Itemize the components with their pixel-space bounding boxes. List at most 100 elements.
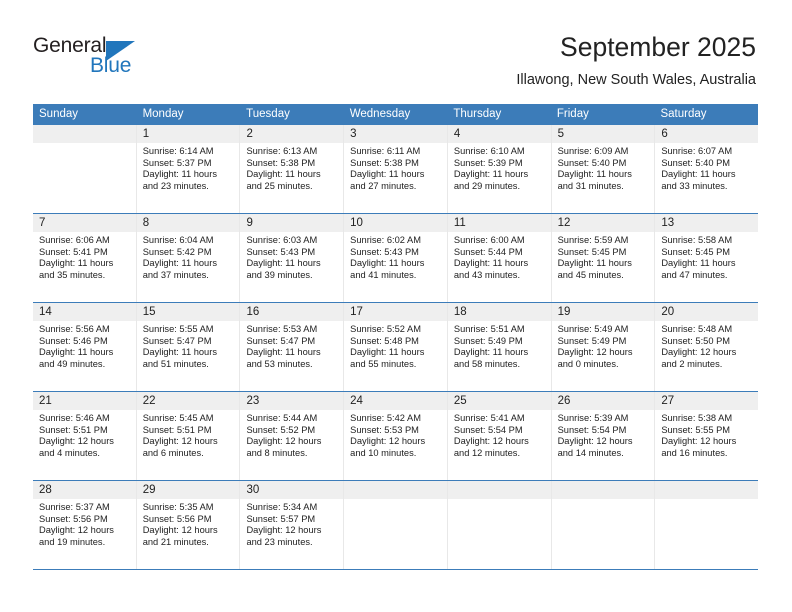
day-cell[interactable]: 8 Sunrise: 6:04 AM Sunset: 5:42 PM Daylight… (135, 214, 240, 302)
day-cell[interactable]: 1 Sunrise: 6:14 AM Sunset: 5:37 PM Daylight… (135, 125, 240, 213)
general-blue-logo: General Blue (33, 34, 233, 90)
day-cell[interactable]: 16 Sunrise: 5:53 AM Sunset: 5:47 PM Dayligh… (239, 303, 344, 391)
day-cell[interactable]: 21 Sunrise: 5:46 AM Sunset: 5:51 PM Dayligh… (33, 392, 136, 480)
day-cell[interactable]: 12 Sunrise: 5:59 AM Sunset: 5:45 PM Dayligh… (550, 214, 655, 302)
day-number: 7 (33, 214, 136, 232)
sunset-text: Sunset: 5:51 PM (39, 424, 108, 435)
location-subtitle: Illawong, New South Wales, Australia (516, 72, 756, 88)
day-cell-empty (654, 481, 759, 569)
day-detail: Sunrise: 6:14 AM Sunset: 5:37 PM Daylight:… (137, 143, 240, 192)
day-cell[interactable]: 2 Sunrise: 6:13 AM Sunset: 5:38 PM Daylight… (239, 125, 344, 213)
sunrise-text: Sunrise: 6:06 AM (39, 235, 110, 245)
weekday-header-row: Sunday Monday Tuesday Wednesday Thursday… (33, 104, 758, 125)
daylight-text-line2: and 37 minutes. (142, 269, 209, 280)
day-cell[interactable]: 6 Sunrise: 6:07 AM Sunset: 5:40 PM Daylight… (654, 125, 759, 213)
day-detail: Sunrise: 5:34 AM Sunset: 5:57 PM Daylight:… (240, 499, 343, 548)
daylight-text-line2: and 43 minutes. (453, 269, 521, 280)
day-number: 19 (551, 303, 655, 321)
daylight-text-line1: Daylight: 11 hours (39, 258, 114, 269)
sunrise-text: Sunrise: 6:10 AM (453, 146, 525, 156)
day-detail: Sunrise: 5:58 AM Sunset: 5:45 PM Daylight:… (655, 232, 758, 281)
day-detail: Sunrise: 6:13 AM Sunset: 5:38 PM Daylight:… (240, 143, 343, 192)
week-grid: 14 Sunrise: 5:56 AM Sunset: 5:46 PM Dayligh… (33, 303, 759, 391)
daylight-text-line1: Daylight: 11 hours (246, 258, 321, 269)
day-detail: Sunrise: 5:41 AM Sunset: 5:54 PM Daylight:… (448, 410, 551, 459)
daylight-text-line1: Daylight: 12 hours (453, 436, 529, 447)
sunset-text: Sunset: 5:51 PM (142, 424, 212, 435)
day-cell[interactable]: 26 Sunrise: 5:39 AM Sunset: 5:54 PM Dayligh… (550, 392, 655, 480)
page-title: September 2025 (560, 32, 756, 62)
sunrise-text: Sunrise: 5:55 AM (142, 324, 214, 334)
day-cell[interactable]: 19 Sunrise: 5:49 AM Sunset: 5:49 PM Dayligh… (550, 303, 655, 391)
sunset-text: Sunset: 5:45 PM (557, 246, 627, 257)
day-cell[interactable]: 29 Sunrise: 5:35 AM Sunset: 5:56 PM Dayligh… (135, 481, 240, 569)
daylight-text-line1: Daylight: 12 hours (661, 436, 737, 447)
daylight-text-line2: and 49 minutes. (39, 358, 106, 369)
sunset-text: Sunset: 5:45 PM (661, 246, 731, 257)
daylight-text-line2: and 21 minutes. (142, 536, 209, 547)
day-cell[interactable]: 27 Sunrise: 5:38 AM Sunset: 5:55 PM Dayligh… (654, 392, 759, 480)
daylight-text-line2: and 0 minutes. (557, 358, 619, 369)
day-number: 10 (344, 214, 447, 232)
day-cell[interactable]: 30 Sunrise: 5:34 AM Sunset: 5:57 PM Dayligh… (239, 481, 344, 569)
day-number: 27 (655, 392, 759, 410)
sunset-text: Sunset: 5:47 PM (246, 335, 316, 346)
sunrise-text: Sunrise: 5:38 AM (661, 413, 733, 423)
day-cell[interactable]: 28 Sunrise: 5:37 AM Sunset: 5:56 PM Dayligh… (33, 481, 136, 569)
daylight-text-line2: and 23 minutes. (246, 536, 313, 547)
day-cell[interactable]: 22 Sunrise: 5:45 AM Sunset: 5:51 PM Dayligh… (135, 392, 240, 480)
week-grid: 1 Sunrise: 6:14 AM Sunset: 5:37 PM Daylight… (33, 125, 759, 213)
day-detail: Sunrise: 5:52 AM Sunset: 5:48 PM Daylight:… (344, 321, 447, 370)
day-number: 1 (136, 125, 240, 143)
daylight-text-line2: and 29 minutes. (453, 180, 521, 191)
sunset-text: Sunset: 5:38 PM (246, 157, 316, 168)
sunrise-text: Sunrise: 5:58 AM (661, 235, 733, 245)
day-cell[interactable]: 13 Sunrise: 5:58 AM Sunset: 5:45 PM Dayligh… (654, 214, 759, 302)
sunrise-text: Sunrise: 5:53 AM (246, 324, 318, 334)
day-cell[interactable]: 10 Sunrise: 6:02 AM Sunset: 5:43 PM Dayligh… (343, 214, 447, 302)
day-cell[interactable]: 15 Sunrise: 5:55 AM Sunset: 5:47 PM Dayligh… (135, 303, 240, 391)
sunset-text: Sunset: 5:40 PM (557, 157, 627, 168)
sunrise-text: Sunrise: 5:56 AM (39, 324, 110, 334)
day-cell[interactable]: 7 Sunrise: 6:06 AM Sunset: 5:41 PM Daylight… (33, 214, 136, 302)
sunset-text: Sunset: 5:40 PM (661, 157, 731, 168)
daylight-text-line1: Daylight: 12 hours (246, 525, 322, 536)
day-number: 2 (240, 125, 344, 143)
day-cell[interactable]: 18 Sunrise: 5:51 AM Sunset: 5:49 PM Dayligh… (446, 303, 551, 391)
day-detail: Sunrise: 5:53 AM Sunset: 5:47 PM Daylight:… (240, 321, 343, 370)
day-number: 26 (551, 392, 655, 410)
daylight-text-line1: Daylight: 11 hours (661, 258, 736, 269)
day-cell[interactable]: 3 Sunrise: 6:11 AM Sunset: 5:38 PM Daylight… (343, 125, 447, 213)
sunset-text: Sunset: 5:56 PM (142, 513, 212, 524)
day-detail: Sunrise: 5:59 AM Sunset: 5:45 PM Daylight:… (552, 232, 655, 281)
sunrise-text: Sunrise: 6:13 AM (246, 146, 318, 156)
week-grid: 21 Sunrise: 5:46 AM Sunset: 5:51 PM Dayligh… (33, 392, 759, 480)
day-number: 25 (447, 392, 551, 410)
day-cell[interactable]: 23 Sunrise: 5:44 AM Sunset: 5:52 PM Dayligh… (239, 392, 344, 480)
day-cell[interactable]: 4 Sunrise: 6:10 AM Sunset: 5:39 PM Daylight… (446, 125, 551, 213)
day-cell[interactable]: 5 Sunrise: 6:09 AM Sunset: 5:40 PM Daylight… (550, 125, 655, 213)
daylight-text-line2: and 39 minutes. (246, 269, 313, 280)
daylight-text-line2: and 19 minutes. (39, 536, 106, 547)
sunrise-text: Sunrise: 5:59 AM (557, 235, 629, 245)
day-cell[interactable]: 14 Sunrise: 5:56 AM Sunset: 5:46 PM Dayligh… (33, 303, 136, 391)
day-detail: Sunrise: 5:45 AM Sunset: 5:51 PM Daylight:… (137, 410, 240, 459)
daylight-text-line1: Daylight: 11 hours (350, 347, 425, 358)
sunrise-text: Sunrise: 6:09 AM (557, 146, 629, 156)
day-cell[interactable]: 17 Sunrise: 5:52 AM Sunset: 5:48 PM Dayligh… (343, 303, 447, 391)
day-number: 9 (240, 214, 344, 232)
day-cell[interactable]: 20 Sunrise: 5:48 AM Sunset: 5:50 PM Dayligh… (654, 303, 759, 391)
day-detail: Sunrise: 5:38 AM Sunset: 5:55 PM Daylight:… (655, 410, 758, 459)
sunset-text: Sunset: 5:56 PM (39, 513, 108, 524)
day-cell[interactable]: 9 Sunrise: 6:03 AM Sunset: 5:43 PM Daylight… (239, 214, 344, 302)
day-cell[interactable]: 25 Sunrise: 5:41 AM Sunset: 5:54 PM Dayligh… (446, 392, 551, 480)
sunrise-text: Sunrise: 5:41 AM (453, 413, 525, 423)
daylight-text-line2: and 51 minutes. (142, 358, 209, 369)
day-cell[interactable]: 24 Sunrise: 5:42 AM Sunset: 5:53 PM Dayligh… (343, 392, 447, 480)
day-cell[interactable]: 11 Sunrise: 6:00 AM Sunset: 5:44 PM Dayligh… (446, 214, 551, 302)
daylight-text-line2: and 27 minutes. (350, 180, 417, 191)
day-number: 23 (240, 392, 344, 410)
day-number (344, 481, 447, 499)
day-detail: Sunrise: 5:39 AM Sunset: 5:54 PM Daylight:… (552, 410, 655, 459)
daylight-text-line2: and 45 minutes. (557, 269, 624, 280)
